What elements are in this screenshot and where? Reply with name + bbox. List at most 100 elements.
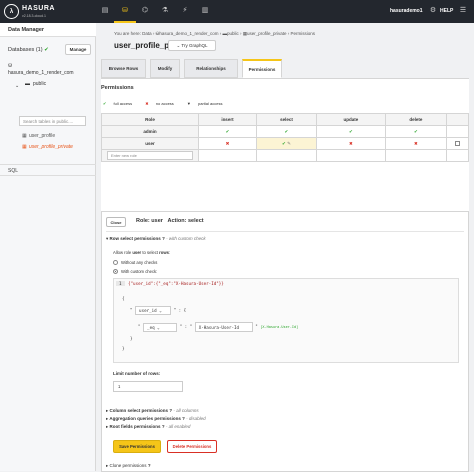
role-cell: Enter new role [101, 149, 199, 162]
sidebar-db-icon: ⛁ [8, 63, 13, 69]
chevron-down-icon[interactable]: ⌄ [15, 83, 19, 89]
perm-cell[interactable]: ✔ [198, 125, 257, 138]
notifications-icon[interactable]: ☰ [458, 6, 468, 16]
events-icon[interactable]: ⚡ [180, 6, 190, 16]
sidebar-table-user-profile[interactable]: user_profile [29, 133, 55, 139]
database-icon[interactable]: ⛁ [120, 6, 130, 16]
hasura-logo[interactable]: λ [4, 4, 19, 19]
save-permissions-button[interactable]: Save Permissions [113, 440, 161, 453]
check-icon: ✔ [44, 47, 49, 53]
radio-button[interactable] [113, 260, 118, 266]
breadcrumb-schema[interactable]: public [227, 31, 239, 36]
chevron-right-icon: ▸ [106, 463, 109, 468]
top-navbar: λ HASURA v2.18.3-cloud.1 ▤ ⛁ ⌬ ⚗ ⚡ ▥ has… [0, 0, 474, 23]
limit-input[interactable]: 1 [113, 381, 183, 392]
tab-modify[interactable]: Modify [150, 59, 180, 78]
bulk-cell [446, 149, 469, 162]
allow-text-2: to select [142, 250, 158, 255]
col-header-role: Role [101, 113, 199, 126]
perm-value: ✔ [282, 140, 286, 146]
role-value: user [151, 218, 163, 224]
root-fields-section[interactable]: ▸ Root fields permissions ? - all enable… [106, 424, 190, 430]
sidebar-db-item[interactable]: hasura_demo_1_render_com [8, 70, 74, 76]
radio-without-checks[interactable]: Without any checks [113, 260, 158, 266]
sidebar-sql-link[interactable]: SQL [0, 164, 96, 176]
custom-check-editor[interactable]: 1 {"user_id":{"_eq":"X-Hasura-User-Id"}}… [113, 278, 459, 363]
manage-button[interactable]: Manage [65, 44, 91, 55]
perm-cell[interactable]: ✔ [255, 125, 317, 138]
sidebar-table-user-profile-private[interactable]: user_profile_private [29, 144, 73, 150]
flask-icon[interactable]: ⚗ [160, 6, 170, 16]
aggregation-section[interactable]: ▸ Aggregation queries permissions ? - di… [106, 416, 206, 422]
user-menu[interactable]: hasurademo1 [390, 8, 423, 14]
graphql-icon[interactable]: ⌬ [140, 6, 150, 16]
value-text: X-Hasura-User-Id [198, 325, 240, 330]
settings-icon[interactable]: ⚙ [428, 6, 438, 16]
legend-full: full access [113, 101, 133, 106]
chart-icon[interactable]: ▥ [200, 6, 210, 16]
tab-relationships[interactable]: Relationships [184, 59, 238, 78]
sidebar-schema-item[interactable]: public [33, 81, 46, 87]
row-select-note: - with custom check [166, 236, 206, 241]
value-input[interactable]: X-Hasura-User-Id [194, 322, 253, 332]
operator-value: _eq [147, 324, 155, 330]
breadcrumb-table[interactable]: user_profile_private [247, 31, 287, 36]
row-select-section[interactable]: ▾ Row select permissions ? - with custom… [106, 236, 206, 242]
tab-browse-rows[interactable]: Browse Rows [101, 59, 146, 78]
operator-select[interactable]: _eq ⌄ [143, 322, 178, 332]
delete-permissions-button[interactable]: Delete Permissions [167, 440, 217, 453]
chevron-right-icon: ▸ [106, 424, 109, 429]
breadcrumb-data[interactable]: Data [142, 31, 152, 36]
new-role-input[interactable]: Enter new role [107, 151, 193, 160]
perm-cell[interactable]: ✖ [384, 137, 448, 150]
perm-cell[interactable]: ✔ [315, 125, 386, 138]
action-value: select [187, 218, 204, 224]
check-icon: ✔ [103, 101, 107, 106]
allow-role: user [132, 250, 142, 255]
legend-partial: partial access [198, 101, 223, 106]
allow-text: Allow role user to select rows: [113, 250, 171, 255]
permissions-heading: Permissions [101, 85, 134, 91]
help-link[interactable]: HELP [440, 8, 453, 14]
sidebar-title: Data Manager [0, 23, 96, 37]
column-select-section[interactable]: ▸ Column select permissions ? - all colu… [106, 408, 199, 414]
help-icon: ? [162, 236, 165, 241]
bulk-select-checkbox[interactable] [455, 140, 460, 146]
cross-icon: ✖ [145, 101, 149, 106]
clone-permissions-section[interactable]: ▸ Clone permissions ? [101, 460, 469, 472]
column-select-title: Column select permissions [109, 408, 169, 413]
json-expression[interactable]: {"user_id":{"_eq":"X-Hasura-User-Id"}} [128, 281, 224, 286]
edit-icon[interactable]: ✎ [287, 141, 291, 146]
close-button[interactable]: Close [106, 217, 126, 227]
main-area: You are here: Data › ⛁hasura_demo_1_rend… [96, 23, 474, 472]
perm-cell [198, 149, 257, 162]
session-var-hint[interactable]: [X-Hasura-User-Id] [260, 325, 298, 329]
col-header-select: select [255, 113, 317, 126]
api-explorer-icon[interactable]: ▤ [100, 6, 110, 16]
sidebar: Data Manager Databases (1) ✔ Manage ⛁ ha… [0, 23, 96, 471]
databases-label: Databases (1) ✔ [8, 47, 49, 53]
col-header-bulk [446, 113, 469, 126]
field-select[interactable]: user_id ⌄ [135, 306, 172, 315]
line-number: 1 [116, 281, 125, 286]
brace-close-inner: } [130, 336, 133, 341]
role-label: Role: [136, 218, 150, 224]
radio-label: Without any checks [121, 260, 158, 265]
radio-custom-check[interactable]: With custom check: [113, 269, 157, 275]
field-row: " user_id ⌄ " : { [130, 306, 187, 315]
tab-permissions[interactable]: Permissions [242, 59, 282, 78]
perm-cell-selected[interactable]: ✔ ✎ [255, 137, 317, 150]
radio-button[interactable] [113, 269, 118, 275]
perm-cell[interactable]: ✖ [198, 137, 257, 150]
help-icon: ? [182, 416, 185, 421]
table-row: Enter new role [101, 149, 469, 162]
perm-cell[interactable]: ✔ [384, 125, 448, 138]
brace-close: } [122, 346, 125, 351]
editor-body: ▾ Row select permissions ? - with custom… [106, 231, 464, 471]
try-graphql-button[interactable]: ⌄ Try GraphQL [168, 40, 216, 51]
breadcrumb-db[interactable]: hasura_demo_1_render_com [159, 31, 218, 36]
table-search-input[interactable]: Search tables in public.... [19, 116, 86, 126]
bulk-cell [446, 137, 469, 150]
breadcrumb-current: Permissions [290, 31, 316, 36]
perm-cell[interactable]: ✖ [315, 137, 386, 150]
